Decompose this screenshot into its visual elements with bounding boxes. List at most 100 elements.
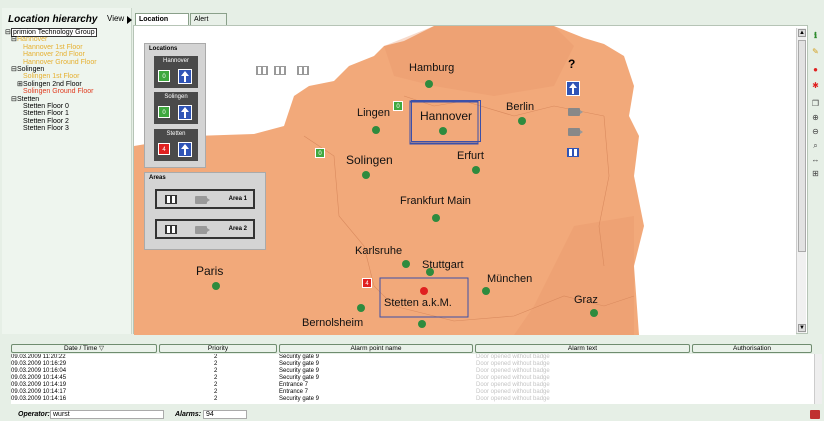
zoom-out-icon[interactable]: ⊖ [810, 126, 821, 137]
solingen-selection-rect[interactable] [411, 100, 481, 142]
city-marker-dot[interactable] [426, 268, 434, 276]
tree-item-label: Solingen 1st Floor [23, 73, 80, 81]
city-marker-dot[interactable] [357, 304, 365, 312]
scrollbar-thumb[interactable] [798, 40, 806, 252]
location-hierarchy-panel: Location hierarchy View ⊟ primion Technol… [2, 8, 132, 334]
tree-item[interactable]: ⊟Solingen [5, 66, 97, 73]
collapse-arrow-icon[interactable] [127, 16, 132, 24]
location-hannover[interactable]: Hannover 0 [154, 56, 198, 88]
tree-item[interactable]: Stetten Floor 1 [5, 110, 97, 117]
arrow-up-icon[interactable] [178, 69, 192, 84]
column-header-alarm-text[interactable]: Alarm text [475, 344, 690, 353]
location-solingen[interactable]: Solingen 0 [154, 92, 198, 124]
tree-item-label: Stetten Floor 2 [23, 117, 69, 125]
help-icon[interactable]: ? [568, 57, 575, 71]
table-cell-alarm-text: Door opened without badge [476, 396, 550, 402]
tree-item[interactable]: Solingen Ground Floor [5, 88, 97, 95]
city-marker-dot[interactable] [420, 287, 428, 295]
column-header-authorisation[interactable]: Authorisation [692, 344, 812, 353]
tree-item[interactable]: Hannover Ground Floor [5, 59, 97, 66]
column-header-datetime[interactable]: Date / Time ▽ [11, 344, 157, 353]
copy-icon[interactable]: ❐ [810, 98, 821, 109]
city-marker-dot[interactable] [590, 309, 598, 317]
record-icon[interactable]: ● [810, 64, 821, 75]
door-icon[interactable] [297, 66, 309, 75]
table-row[interactable]: 09.03.2009 10:16:04 2 Security gate 9 Door … [11, 368, 820, 375]
city-label: Paris [196, 264, 223, 278]
map-marker-badge[interactable]: 0 [393, 101, 403, 111]
city-marker-dot[interactable] [362, 171, 370, 179]
tree-item[interactable]: Stetten Floor 3 [5, 125, 97, 132]
area-row-1[interactable]: Area 1 [155, 189, 255, 209]
tree-item[interactable]: ⊞Solingen 2nd Floor [5, 81, 97, 88]
table-cell-priority: 2 [214, 375, 218, 381]
tree-item[interactable]: ⊟Hannover [5, 36, 97, 43]
tree-item[interactable]: Hannover 1st Floor [5, 44, 97, 51]
edit-icon[interactable]: ✎ [810, 46, 821, 57]
table-row[interactable]: 09.03.2009 11:20:22 2 Security gate 9 Door … [11, 354, 820, 361]
tab-alert-points[interactable]: Alert points [190, 13, 227, 34]
tree-item[interactable]: Hannover 2nd Floor [5, 51, 97, 58]
arrow-up-icon[interactable] [178, 105, 192, 120]
info-icon[interactable]: ℹ [810, 30, 821, 41]
table-cell-alarm-point: Security gate 9 [279, 396, 320, 402]
tree-item[interactable]: Solingen 1st Floor [5, 73, 97, 80]
table-cell-datetime: 09.03.2009 10:14:19 [11, 382, 67, 388]
arrow-up-icon[interactable] [178, 142, 192, 157]
city-marker-dot[interactable] [418, 320, 426, 328]
area-row-2[interactable]: Area 2 [155, 219, 255, 239]
table-cell-priority: 2 [214, 389, 218, 395]
column-label: Date / Time [63, 345, 98, 352]
city-label: Berlin [506, 101, 534, 113]
tree-item[interactable]: Stetten Floor 2 [5, 118, 97, 125]
map-marker-badge[interactable]: 4 [362, 278, 372, 288]
scroll-up-button[interactable]: ▲ [798, 29, 806, 37]
location-name: Stetten [166, 131, 186, 137]
tree-item-label: Hannover Ground Floor [23, 58, 97, 66]
table-scrollbar[interactable] [814, 354, 822, 404]
table-row[interactable]: 09.03.2009 10:14:16 2 Security gate 9 Door … [11, 396, 820, 403]
alarm-icon[interactable]: ✱ [810, 80, 821, 91]
camera-icon[interactable] [568, 108, 583, 116]
tree-item[interactable]: ⊟Stetten [5, 96, 97, 103]
city-label: Erfurt [457, 150, 484, 162]
table-row[interactable]: 09.03.2009 10:14:19 2 Entrance 7 Door opene… [11, 382, 820, 389]
people-icon[interactable] [567, 148, 579, 157]
city-marker-dot[interactable] [402, 260, 410, 268]
search-icon[interactable]: ⌕ [810, 140, 821, 151]
city-marker-dot[interactable] [212, 282, 220, 290]
city-label: Hamburg [409, 62, 454, 74]
table-cell-priority: 2 [214, 354, 218, 360]
column-header-alarm-point[interactable]: Alarm point name [279, 344, 473, 353]
map-marker-badge[interactable]: 0 [315, 148, 325, 158]
fit-page-icon[interactable]: ⊞ [810, 168, 821, 179]
table-row[interactable]: 09.03.2009 10:14:45 2 Security gate 9 Door … [11, 375, 820, 382]
table-row[interactable]: 09.03.2009 10:14:17 2 Entrance 7 Door opene… [11, 389, 820, 396]
fit-width-icon[interactable]: ↔ [810, 154, 821, 165]
arrow-up-icon[interactable] [566, 81, 580, 96]
location-stetten[interactable]: Stetten 4 [154, 129, 198, 161]
tree-item[interactable]: ⊟ primion Technology Group [5, 28, 97, 37]
city-marker-dot[interactable] [425, 80, 433, 88]
city-marker-dot[interactable] [432, 214, 440, 222]
tab-location-graphic[interactable]: Location graphic [135, 13, 189, 34]
alarms-count: 94 [203, 410, 247, 419]
zoom-in-icon[interactable]: ⊕ [810, 112, 821, 123]
tree-item[interactable]: Stetten Floor 0 [5, 103, 97, 110]
column-header-priority[interactable]: Priority [159, 344, 277, 353]
people-icon [165, 225, 177, 234]
city-marker-dot[interactable] [518, 117, 526, 125]
scroll-down-button[interactable]: ▼ [798, 324, 806, 332]
exit-icon[interactable] [810, 410, 820, 419]
camera-icon[interactable] [568, 128, 583, 136]
door-icon[interactable] [256, 66, 268, 75]
table-cell-priority: 2 [214, 368, 218, 374]
vertical-scrollbar[interactable]: ▲ ▼ [796, 28, 806, 333]
table-cell-alarm-text: Door opened without badge [476, 375, 550, 381]
view-menu[interactable]: View [107, 14, 124, 23]
door-icon[interactable] [274, 66, 286, 75]
city-marker-dot[interactable] [482, 287, 490, 295]
table-row[interactable]: 09.03.2009 10:16:29 2 Security gate 9 Door … [11, 361, 820, 368]
city-marker-dot[interactable] [472, 166, 480, 174]
city-marker-dot[interactable] [372, 126, 380, 134]
